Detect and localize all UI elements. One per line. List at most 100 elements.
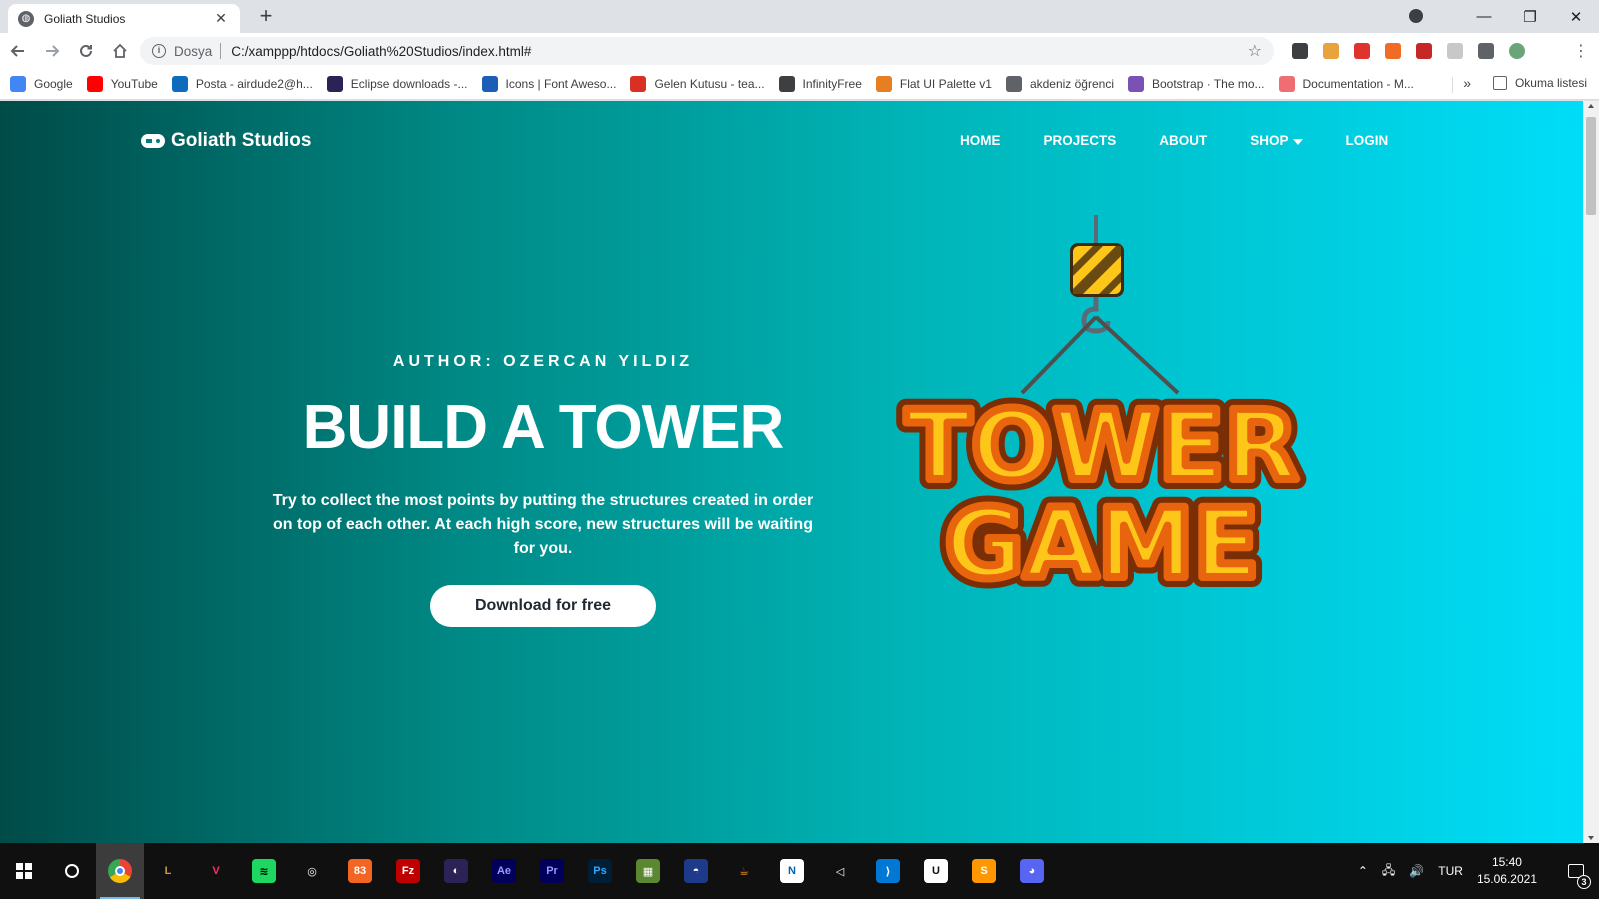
bookmark-item[interactable]: Documentation - M...	[1278, 76, 1414, 92]
nav-shop[interactable]: SHOP	[1250, 133, 1303, 148]
taskbar-app-button[interactable]: Ae	[480, 843, 528, 899]
taskbar-app-button[interactable]: ▦	[624, 843, 672, 899]
extension-button[interactable]	[1408, 37, 1439, 65]
taskbar-app-button[interactable]: V	[192, 843, 240, 899]
bookmark-item[interactable]: Icons | Font Aweso...	[481, 76, 617, 92]
kebab-menu-icon: ⋮	[1573, 43, 1589, 60]
scrollbar-thumb[interactable]	[1586, 117, 1596, 215]
menu-button[interactable]: ⋮	[1565, 35, 1597, 67]
bookmark-item[interactable]: Flat UI Palette v1	[875, 76, 992, 92]
discord-taskbar-icon: ◕	[1020, 859, 1044, 883]
action-center-button[interactable]: 3	[1553, 843, 1599, 899]
scroll-down-icon[interactable]	[1588, 836, 1594, 840]
game-taskbar-icon: 83	[348, 859, 372, 883]
volume-icon[interactable]: 🔊	[1409, 864, 1424, 878]
bookmarks-bar: Google YouTube Posta - airdude2@h... Eclips…	[0, 69, 1599, 100]
taskbar-app-button[interactable]: ⟩	[864, 843, 912, 899]
infinity-icon	[778, 76, 795, 92]
taskbar-apps: L V ≋ ◎ 83 Fz ◐ Ae Pr Ps ▦ ◓ ☕ N ◁ ⟩ U S ◕	[96, 843, 1056, 899]
page-scrollbar[interactable]	[1583, 101, 1599, 843]
site-brand[interactable]: Goliath Studios	[141, 130, 311, 152]
bookmark-item[interactable]: InfinityFree	[778, 76, 862, 92]
bookmark-label: Posta - airdude2@h...	[195, 77, 313, 91]
reading-list-button[interactable]: Okuma listesi	[1492, 76, 1587, 90]
forward-button[interactable]	[36, 35, 68, 67]
tab-search-icon[interactable]	[1409, 9, 1423, 23]
unreal-taskbar-icon: U	[924, 859, 948, 883]
hero-title: BUILD A TOWER	[302, 393, 785, 462]
scroll-up-icon[interactable]	[1588, 104, 1594, 108]
extension-button[interactable]	[1470, 37, 1501, 65]
bootstrap-icon	[1128, 76, 1144, 92]
taskbar-app-button[interactable]: ◕	[1008, 843, 1056, 899]
extension-button[interactable]	[1315, 37, 1346, 65]
bookmark-item[interactable]: Gelen Kutusu - tea...	[630, 76, 765, 92]
bookmark-item[interactable]: Google	[10, 76, 73, 92]
tab-title: Goliath Studios	[44, 11, 126, 26]
back-button[interactable]	[2, 35, 34, 67]
clock[interactable]: 15:40 15.06.2021	[1477, 854, 1537, 888]
svg-text:GAME: GAME	[945, 488, 1259, 591]
nav-projects[interactable]: PROJECTS	[1044, 133, 1117, 148]
unity-taskbar-icon: ◁	[835, 865, 845, 878]
taskbar-app-button[interactable]: Fz	[384, 843, 432, 899]
info-icon[interactable]: i	[152, 44, 166, 58]
taskbar-app-button[interactable]: N	[768, 843, 816, 899]
bookmark-star-icon[interactable]: ☆	[1248, 41, 1262, 61]
taskbar-app-button[interactable]	[96, 843, 144, 899]
taskbar-app-button[interactable]: ◐	[432, 843, 480, 899]
bookmark-item[interactable]: Eclipse downloads -...	[326, 76, 468, 92]
taskbar-app-button[interactable]: U	[912, 843, 960, 899]
nav-login[interactable]: LOGIN	[1346, 133, 1389, 148]
extension-button[interactable]	[1377, 37, 1408, 65]
bookmark-label: Icons | Font Aweso...	[505, 77, 617, 91]
nav-home[interactable]: HOME	[960, 133, 1001, 148]
crane-hook-icon	[1020, 243, 1180, 395]
bookmark-label: Documentation - M...	[1302, 77, 1414, 91]
taskbar-app-button[interactable]: L	[144, 843, 192, 899]
home-button[interactable]	[104, 35, 136, 67]
extension-button[interactable]	[1346, 37, 1377, 65]
tray-chevron-icon[interactable]: ⌃	[1358, 864, 1368, 878]
taskbar-app-button[interactable]: ◓	[672, 843, 720, 899]
taskbar-app-button[interactable]: ≋	[240, 843, 288, 899]
bookmark-item[interactable]: YouTube	[86, 76, 158, 92]
taskbar-app-button[interactable]: S	[960, 843, 1008, 899]
site-nav: HOME PROJECTS ABOUT SHOP LOGIN	[960, 133, 1431, 148]
reload-button[interactable]	[70, 35, 102, 67]
league-taskbar-icon: L	[164, 865, 172, 877]
minimize-button[interactable]: —	[1461, 8, 1507, 25]
taskbar-app-button[interactable]: Pr	[528, 843, 576, 899]
new-tab-button[interactable]: +	[254, 4, 278, 28]
browser-tab[interactable]: ◍ Goliath Studios ✕	[8, 4, 240, 33]
address-bar[interactable]: i Dosya C:/xamppp/htdocs/Goliath%20Studi…	[140, 37, 1274, 65]
extension-button[interactable]	[1501, 37, 1532, 65]
taskbar-app-button[interactable]: 83	[336, 843, 384, 899]
network-icon[interactable]: 🖧	[1382, 861, 1395, 882]
taskbar-search-button[interactable]	[48, 843, 96, 899]
url-text[interactable]: C:/xamppp/htdocs/Goliath%20Studios/index…	[231, 44, 1247, 59]
taskbar-app-button[interactable]: ◎	[288, 843, 336, 899]
start-button[interactable]	[0, 843, 48, 899]
logo-text: TOWER TOWER GAME GAME	[896, 380, 1308, 591]
bookmark-item[interactable]: Posta - airdude2@h...	[171, 76, 313, 92]
bookmarks-overflow-icon[interactable]: »	[1463, 75, 1471, 91]
close-tab-icon[interactable]: ✕	[212, 10, 230, 27]
outlook-icon	[171, 76, 188, 92]
spotify-taskbar-icon: ≋	[252, 859, 276, 883]
extension-button[interactable]	[1284, 37, 1315, 65]
chrome-taskbar-icon	[108, 859, 132, 883]
taskbar-app-button[interactable]: ◁	[816, 843, 864, 899]
taskbar-app-button[interactable]: ☕	[720, 843, 768, 899]
extension-button[interactable]	[1439, 37, 1470, 65]
download-button[interactable]: Download for free	[430, 585, 656, 627]
restore-button[interactable]: ❐	[1507, 8, 1553, 26]
taskbar-app-button[interactable]: Ps	[576, 843, 624, 899]
clock-time: 15:40	[1491, 855, 1522, 869]
close-window-button[interactable]: ✕	[1553, 8, 1599, 26]
nav-about[interactable]: ABOUT	[1159, 133, 1207, 148]
language-indicator[interactable]: TUR	[1438, 864, 1463, 878]
bookmark-item[interactable]: akdeniz öğrenci	[1005, 76, 1114, 92]
bookmark-item[interactable]: Bootstrap · The mo...	[1128, 76, 1265, 92]
browser-toolbar: i Dosya C:/xamppp/htdocs/Goliath%20Studi…	[0, 33, 1599, 69]
